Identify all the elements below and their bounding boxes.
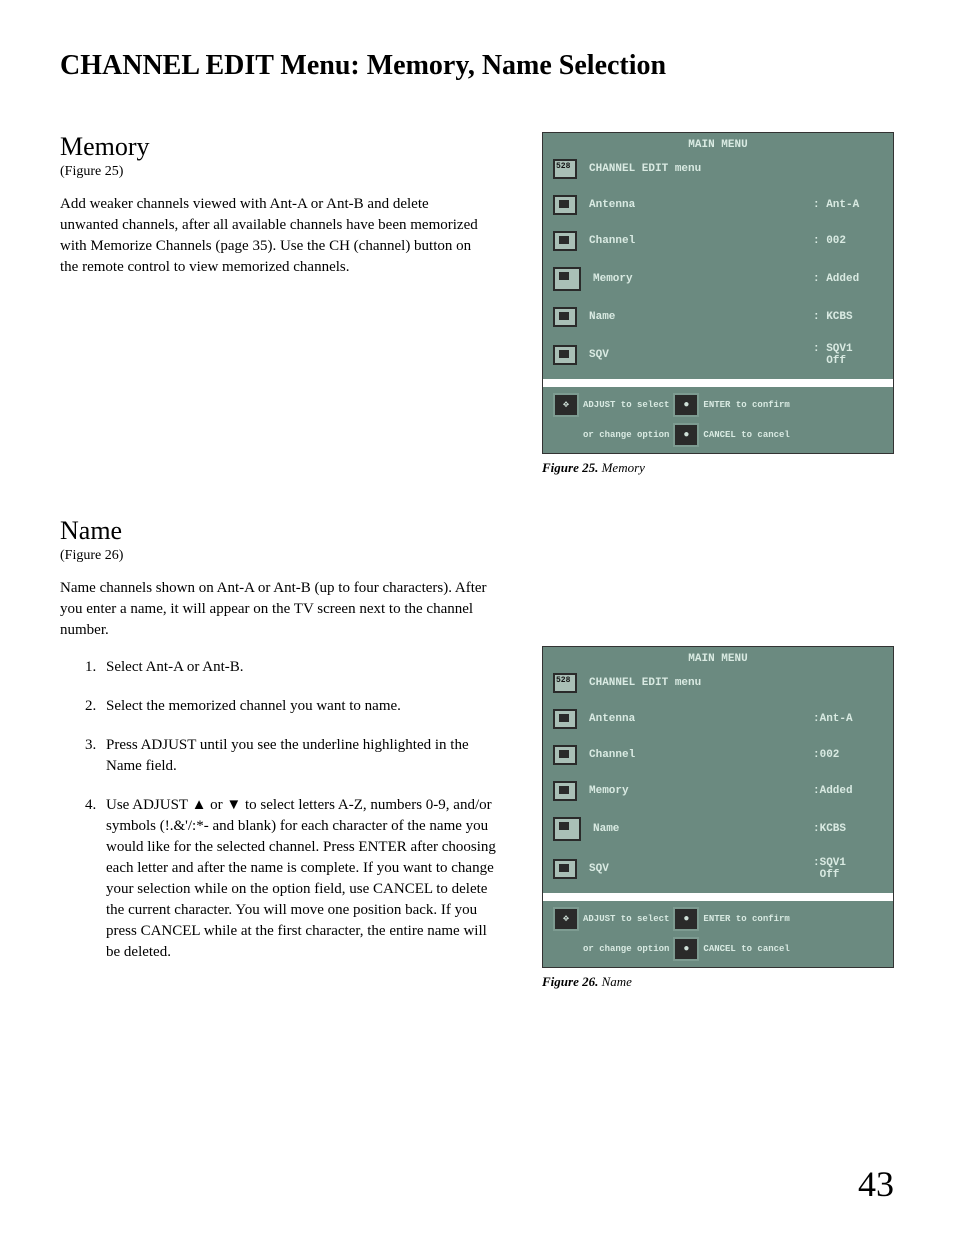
name-body: Name channels shown on Ant-A or Ant-B (u… [60,578,490,641]
osd-label: Channel [589,235,813,247]
menu-item-icon [553,817,581,841]
osd-help-bar: ADJUST to select ENTER to confirm or cha… [543,379,893,453]
osd-row-memory: Memory : Added [543,263,893,303]
osd-value: :SQV1 Off [813,857,883,881]
osd-value: :Ant-A [813,713,883,725]
osd-row-memory: Memory :Added [543,777,893,813]
menu-item-icon [553,709,577,729]
osd-header-row: CHANNEL EDIT menu [543,669,893,705]
osd-row-sqv: SQV :SQV1 Off [543,853,893,893]
menu-item-icon [553,307,577,327]
osd-value: :002 [813,749,883,761]
menu-item-icon [553,231,577,251]
help-text: or change option [583,944,669,954]
name-section: Name (Figure 26) Name channels shown on … [60,516,894,990]
enter-button-icon [673,907,699,931]
page-title: CHANNEL EDIT Menu: Memory, Name Selectio… [60,50,894,82]
osd-label: SQV [589,863,813,875]
channel-edit-icon [553,159,577,179]
osd-header: CHANNEL EDIT menu [589,163,883,175]
memory-heading: Memory [60,132,500,162]
osd-value: :KCBS [813,823,883,835]
caption-label: Figure 25. [542,460,598,475]
help-text: ADJUST to select [583,400,669,410]
help-text: CANCEL to cancel [703,944,789,954]
menu-item-icon [553,859,577,879]
caption-text: Memory [598,460,645,475]
step-3: Press ADJUST until you see the underline… [100,735,500,777]
osd-label: Antenna [589,713,813,725]
osd-value: : 002 [813,235,883,247]
menu-item-icon [553,345,577,365]
name-figref: (Figure 26) [60,548,500,564]
cancel-button-icon [673,937,699,961]
osd-value: : KCBS [813,311,883,323]
caption-text: Name [598,974,632,989]
osd-title: MAIN MENU [543,133,893,155]
osd-header: CHANNEL EDIT menu [589,677,883,689]
osd-row-channel: Channel :002 [543,741,893,777]
osd-label: SQV [589,349,813,361]
osd-label: Channel [589,749,813,761]
osd-row-antenna: Antenna : Ant-A [543,191,893,227]
memory-section: Memory (Figure 25) Add weaker channels v… [60,132,894,476]
figure-25-osd: MAIN MENU CHANNEL EDIT menu Antenna : An… [542,132,894,454]
menu-item-icon [553,267,581,291]
osd-title: MAIN MENU [543,647,893,669]
figure-26-osd: MAIN MENU CHANNEL EDIT menu Antenna :Ant… [542,646,894,968]
osd-row-name: Name :KCBS [543,813,893,853]
osd-header-row: CHANNEL EDIT menu [543,155,893,191]
menu-item-icon [553,745,577,765]
figure-25-caption: Figure 25. Memory [542,460,894,476]
osd-label: Memory [593,273,813,285]
help-text: or change option [583,430,669,440]
cancel-button-icon [673,423,699,447]
osd-value: : SQV1 Off [813,343,883,367]
adjust-dpad-icon [553,393,579,417]
osd-label: Name [589,311,813,323]
figure-26-caption: Figure 26. Name [542,974,894,990]
osd-value: :Added [813,785,883,797]
osd-row-sqv: SQV : SQV1 Off [543,339,893,379]
osd-help-bar: ADJUST to select ENTER to confirm or cha… [543,893,893,967]
osd-row-name: Name : KCBS [543,303,893,339]
step-2: Select the memorized channel you want to… [100,696,500,717]
osd-label: Antenna [589,199,813,211]
help-text: ENTER to confirm [703,914,789,924]
memory-body: Add weaker channels viewed with Ant-A or… [60,194,490,278]
help-text: ENTER to confirm [703,400,789,410]
step-4: Use ADJUST ▲ or ▼ to select letters A-Z,… [100,795,500,963]
step-1: Select Ant-A or Ant-B. [100,657,500,678]
name-heading: Name [60,516,500,546]
menu-item-icon [553,195,577,215]
help-text: ADJUST to select [583,914,669,924]
menu-item-icon [553,781,577,801]
page-number: 43 [858,1163,894,1205]
memory-figref: (Figure 25) [60,164,500,180]
osd-row-channel: Channel : 002 [543,227,893,263]
osd-label: Memory [589,785,813,797]
channel-edit-icon [553,673,577,693]
osd-row-antenna: Antenna :Ant-A [543,705,893,741]
osd-value: : Ant-A [813,199,883,211]
osd-value: : Added [813,273,883,285]
osd-label: Name [593,823,813,835]
adjust-dpad-icon [553,907,579,931]
name-steps: Select Ant-A or Ant-B. Select the memori… [60,657,500,963]
enter-button-icon [673,393,699,417]
help-text: CANCEL to cancel [703,430,789,440]
caption-label: Figure 26. [542,974,598,989]
